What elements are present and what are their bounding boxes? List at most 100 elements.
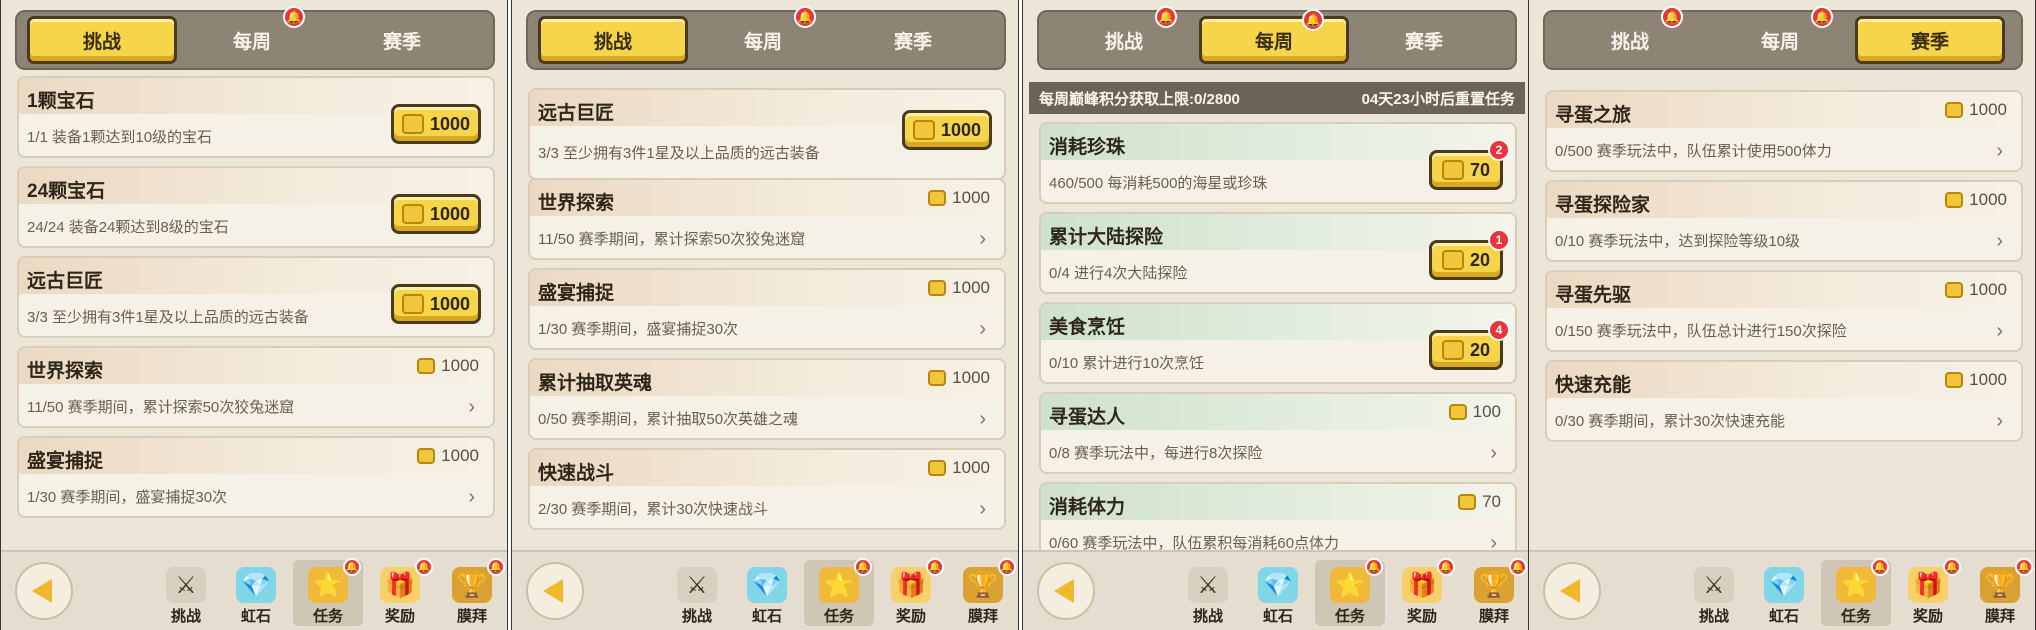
bell-icon: 🔔 [343, 558, 361, 576]
bell-icon: 🔔 [1155, 6, 1177, 28]
tab-label: 挑战 [1104, 31, 1143, 53]
tab-season[interactable]: 赛季 [1855, 16, 2005, 64]
nav-worship[interactable]: 🏆 膜拜 🔔 [437, 558, 507, 626]
trophy-icon: 🏆 [1980, 567, 2020, 603]
chevron-right-icon[interactable]: › [1490, 442, 1497, 465]
claim-reward-button[interactable]: 1000 [391, 104, 481, 144]
claim-reward-button[interactable]: 70 2 [1429, 139, 1510, 190]
task-card: 远古巨匠 3/3 至少拥有3件1星及以上品质的远古装备 1000 [528, 88, 1006, 180]
nav-label: 虹石 [1262, 608, 1293, 625]
task-card: 累计大陆探险 0/4 进行4次大陆探险 20 1 [1039, 212, 1517, 294]
trophy-icon: 🏆 [1474, 567, 1514, 603]
nav-label: 膜拜 [456, 608, 487, 625]
notification-badge: 1 [1488, 229, 1510, 251]
claim-reward-button[interactable]: 1000 [391, 284, 481, 324]
tab-weekly[interactable]: 每周 🔔 [1199, 9, 1349, 64]
tab-season[interactable]: 赛季 [1349, 16, 1499, 64]
task-description: 0/4 进行4次大陆探险 [1049, 265, 1188, 282]
tab-weekly[interactable]: 每周 🔔 [688, 6, 838, 64]
tab-season[interactable]: 赛季 [327, 16, 477, 64]
tab-challenge[interactable]: 挑战 [27, 16, 177, 64]
chevron-right-icon[interactable]: › [468, 396, 475, 419]
tab-weekly[interactable]: 每周 🔔 [177, 6, 327, 64]
nav-challenge[interactable]: ⚔ 挑战 [662, 560, 732, 626]
reward-amount: 1000 [429, 293, 471, 314]
nav-challenge[interactable]: ⚔ 挑战 [1679, 560, 1749, 626]
bell-icon: 🔔 [794, 6, 816, 28]
reward-amount: 1000 [441, 446, 479, 465]
nav-rainbow-stone[interactable]: 💎 虹石 [1749, 560, 1819, 626]
chevron-right-icon[interactable]: › [1996, 140, 2003, 163]
nav-reward[interactable]: 🎁 奖励 🔔 [1387, 558, 1457, 626]
chevron-right-icon[interactable]: › [468, 486, 475, 509]
chevron-right-icon[interactable]: › [1996, 320, 2003, 343]
reward-amount: 100 [1472, 402, 1501, 421]
bell-icon: 🔔 [1302, 9, 1324, 31]
tab-label: 赛季 [382, 31, 421, 53]
claim-reward-button[interactable]: 20 4 [1429, 319, 1510, 370]
nav-reward[interactable]: 🎁 奖励 🔔 [365, 558, 435, 626]
chevron-right-icon[interactable]: › [1996, 410, 2003, 433]
task-description: 0/8 赛季玩法中，每进行8次探险 [1049, 445, 1263, 462]
nav-rainbow-stone[interactable]: 💎 虹石 [221, 560, 291, 626]
tab-challenge[interactable]: 挑战 [538, 16, 688, 64]
tab-challenge[interactable]: 挑战 🔔 [1555, 6, 1705, 64]
nav-label: 虹石 [751, 608, 782, 625]
chevron-right-icon[interactable]: › [1996, 230, 2003, 253]
claim-reward-button[interactable]: 20 1 [1429, 229, 1510, 280]
reset-countdown: 04天23小时后重置任务 [1361, 90, 1515, 108]
bell-icon: 🔔 [854, 558, 872, 576]
gift-icon: 🎁 [1402, 567, 1442, 603]
chevron-right-icon[interactable]: › [979, 408, 986, 431]
nav-challenge[interactable]: ⚔ 挑战 [1173, 560, 1243, 626]
back-button[interactable] [526, 562, 584, 620]
coin-icon [928, 370, 947, 386]
tab-season[interactable]: 赛季 [838, 16, 988, 64]
back-button[interactable] [1543, 562, 1601, 620]
weekly-quota-text: 每周巅峰积分获取上限:0/2800 [1039, 90, 1240, 108]
nav-quest[interactable]: ⭐ 任务 🔔 [1821, 558, 1891, 626]
bell-icon: 🔔 [1509, 558, 1527, 576]
nav-reward[interactable]: 🎁 奖励 🔔 [1893, 558, 1963, 626]
nav-quest[interactable]: ⭐ 任务 🔔 [293, 558, 363, 626]
reward-amount: 1000 [1969, 190, 2007, 209]
bell-icon: 🔔 [998, 558, 1016, 576]
reward-preview: 1000 [417, 446, 479, 466]
task-card: 1颗宝石 1/1 装备1颗达到10级的宝石 1000 [17, 76, 495, 158]
tab-label: 挑战 [82, 31, 121, 53]
nav-quest[interactable]: ⭐ 任务 🔔 [1315, 558, 1385, 626]
nav-rainbow-stone[interactable]: 💎 虹石 [732, 560, 802, 626]
task-description: 24/24 装备24颗达到8级的宝石 [27, 219, 229, 236]
tab-challenge[interactable]: 挑战 🔔 [1049, 6, 1199, 64]
nav-label: 奖励 [384, 608, 415, 625]
claim-reward-button[interactable]: 1000 [391, 194, 481, 234]
chevron-right-icon[interactable]: › [979, 318, 986, 341]
chevron-right-icon[interactable]: › [979, 228, 986, 251]
reward-amount: 70 [1482, 492, 1501, 511]
nav-challenge[interactable]: ⚔ 挑战 [151, 560, 221, 626]
nav-quest[interactable]: ⭐ 任务 🔔 [804, 558, 874, 626]
claim-reward-button[interactable]: 1000 [902, 110, 992, 150]
task-title: 消耗珍珠 [1049, 137, 1126, 158]
nav-worship[interactable]: 🏆 膜拜 🔔 [1965, 558, 2035, 626]
task-card: 盛宴捕捉 1/30 赛季期间，盛宴捕捉30次 1000 › [17, 436, 495, 518]
reward-amount: 1000 [441, 356, 479, 375]
task-card: 寻蛋探险家 0/10 赛季玩法中，达到探险等级10级 1000 › [1545, 180, 2023, 262]
coin-icon [928, 460, 947, 476]
reward-amount: 1000 [429, 113, 471, 134]
nav-worship[interactable]: 🏆 膜拜 🔔 [948, 558, 1018, 626]
back-arrow-icon [1560, 579, 1580, 603]
reward-amount: 1000 [952, 278, 990, 297]
nav-rainbow-stone[interactable]: 💎 虹石 [1243, 560, 1313, 626]
nav-reward[interactable]: 🎁 奖励 🔔 [876, 558, 946, 626]
nav-worship[interactable]: 🏆 膜拜 🔔 [1459, 558, 1529, 626]
tab-weekly[interactable]: 每周 🔔 [1705, 6, 1855, 64]
reward-amount: 1000 [1969, 100, 2007, 119]
nav-label: 虹石 [1768, 608, 1799, 625]
chevron-right-icon[interactable]: › [979, 498, 986, 521]
back-button[interactable] [1037, 562, 1095, 620]
reward-preview: 1000 [1945, 190, 2007, 210]
bottom-nav-bar: ⚔ 挑战 💎 虹石 ⭐ 任务 🔔 🎁 奖励 🔔 🏆 膜拜 🔔 [1, 550, 507, 630]
star-icon: ⭐ [1330, 567, 1370, 603]
back-button[interactable] [15, 562, 73, 620]
